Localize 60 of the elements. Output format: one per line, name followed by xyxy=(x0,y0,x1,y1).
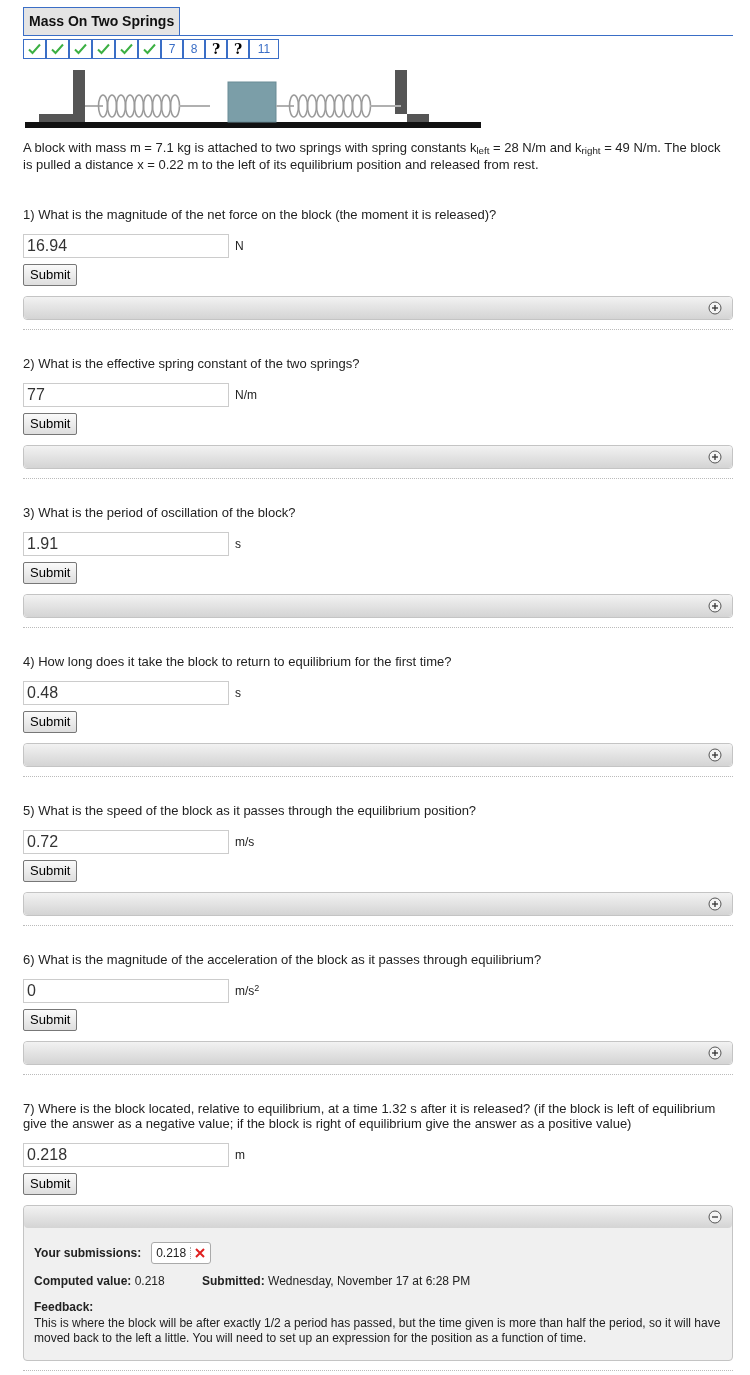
question-text: 3) What is the period of oscillation of the block? xyxy=(23,505,297,520)
check-icon xyxy=(97,43,110,55)
problem-statement: A block with mass m = 7.1 kg is attached to two springs with spring constants k$_{left}$ = 28 N/m and k$_{right}$ = 49 N/m. The block is pulled a distance x = 0.22 m to the left of its equilibrium position and released from rest. xyxy=(23,139,722,173)
expand-icon[interactable] xyxy=(708,599,722,613)
completed-question-tab[interactable] xyxy=(23,39,46,59)
computed-value: Computed value: 0.218 xyxy=(34,1273,166,1290)
submitted-time: Submitted: Wednesday, November 17 at 6:28 PM xyxy=(202,1273,471,1290)
submit-button[interactable]: Submit xyxy=(23,860,78,882)
submission-value: 0.218 xyxy=(156,1245,187,1262)
submissions-label: Your submissions: xyxy=(34,1245,142,1262)
question-text: 1) What is the magnitude of the net force on the block (the moment it is released)? xyxy=(23,207,498,222)
question-text: 4) How long does it take the block to return to equilibrium for the first time? xyxy=(23,654,453,669)
completed-question-tab[interactable] xyxy=(115,39,138,59)
answer-field[interactable]: 16.94 xyxy=(23,234,229,258)
unit-label: s xyxy=(235,685,241,702)
feedback-label: Feedback: xyxy=(34,1299,95,1316)
answer-field[interactable]: 0 xyxy=(23,979,229,1003)
question-text: 6) What is the magnitude of the acceleration of the block as it passes through equilibrium? xyxy=(23,952,543,967)
submit-button[interactable]: Submit xyxy=(23,413,78,435)
submit-button[interactable]: Submit xyxy=(23,562,78,584)
expand-icon[interactable] xyxy=(708,450,722,464)
question-tab[interactable]: ? xyxy=(227,39,249,59)
check-icon xyxy=(143,43,156,55)
feedback-text: This is where the block will be after exactly 1/2 a period has passed, but the time given is more than half the period, so it will have moved back to the left a little. You will need to set up an expression for the position as a function of time. xyxy=(34,1316,722,1346)
problem-title: Mass On Two Springs xyxy=(23,7,181,35)
collapse-icon[interactable] xyxy=(708,1210,722,1224)
submit-button[interactable]: Submit xyxy=(23,264,78,286)
unit-label: m xyxy=(235,1147,245,1164)
question-tab[interactable]: 8 xyxy=(183,39,205,59)
expand-icon[interactable] xyxy=(708,897,722,911)
answer-field[interactable]: 0.218 xyxy=(23,1143,229,1167)
check-icon xyxy=(51,43,64,55)
submit-button[interactable]: Submit xyxy=(23,711,78,733)
unit-label: m/s xyxy=(235,834,255,851)
completed-question-tab[interactable] xyxy=(69,39,92,59)
unit-label: s xyxy=(235,536,241,553)
question-tab[interactable]: 11 xyxy=(249,39,279,59)
question-text: 2) What is the effective spring constant of the two springs? xyxy=(23,356,361,371)
expand-icon[interactable] xyxy=(708,301,722,315)
submit-button[interactable]: Submit xyxy=(23,1009,78,1031)
expand-icon[interactable] xyxy=(708,1046,722,1060)
expand-icon[interactable] xyxy=(708,748,722,762)
unit-label: m/s$^{2}$ xyxy=(235,982,260,1000)
answer-field[interactable]: 1.91 xyxy=(23,532,229,556)
check-icon xyxy=(28,43,41,55)
question-tab[interactable]: 7 xyxy=(161,39,183,59)
submit-button[interactable]: Submit xyxy=(23,1173,78,1195)
completed-question-tab[interactable] xyxy=(46,39,69,59)
answer-field[interactable]: 0.48 xyxy=(23,681,229,705)
completed-question-tab[interactable] xyxy=(92,39,115,59)
question-tab[interactable]: ? xyxy=(205,39,227,59)
question-text: 7) Where is the block located, relative to equilibrium, at a time 1.32 s after it is released? (if the block is left of equilibrium give the answer as a negative value; if the block is right of equilibrium give the answer as a positive value) xyxy=(23,1101,717,1131)
check-icon xyxy=(120,43,133,55)
check-icon xyxy=(74,43,87,55)
answer-field[interactable]: 0.72 xyxy=(23,830,229,854)
unit-label: N/m xyxy=(235,387,257,404)
completed-question-tab[interactable] xyxy=(138,39,161,59)
answer-field[interactable]: 77 xyxy=(23,383,229,407)
question-text: 5) What is the speed of the block as it passes through the equilibrium position? xyxy=(23,803,478,818)
unit-label: N xyxy=(235,238,244,255)
